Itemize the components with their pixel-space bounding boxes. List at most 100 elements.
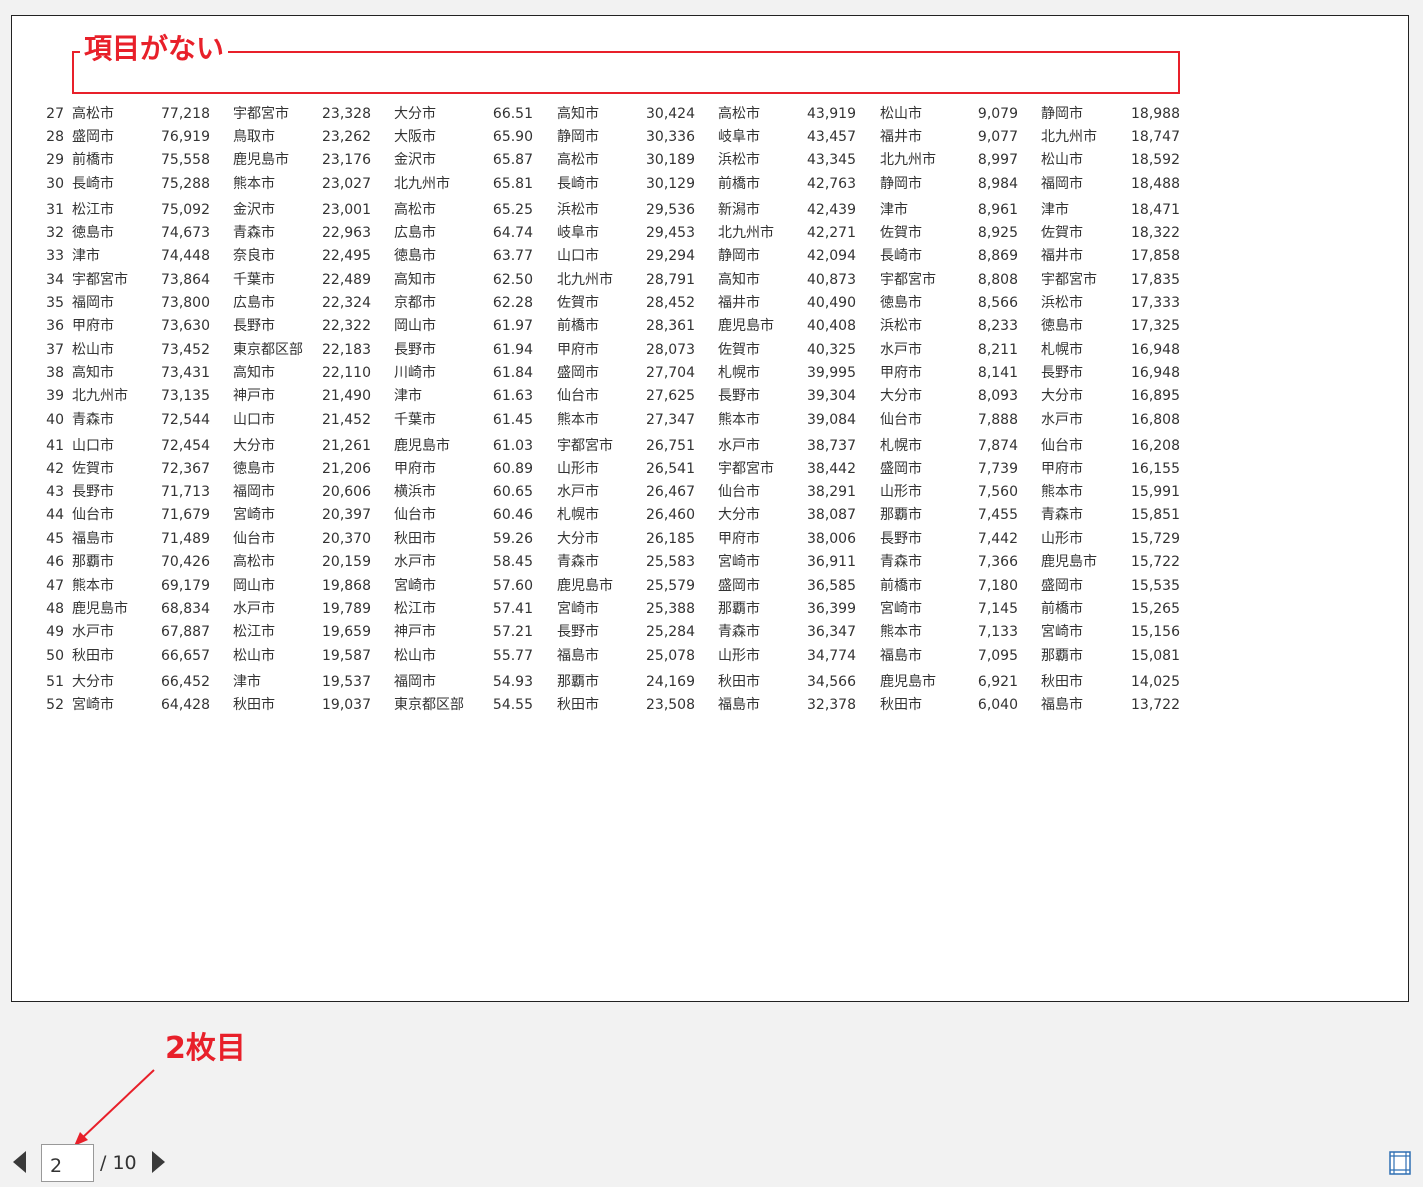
value-cell: 25,583 — [646, 554, 695, 570]
value-cell: 65.87 — [492, 152, 533, 168]
value-cell: 7,560 — [977, 484, 1018, 500]
next-page-button[interactable] — [146, 1148, 170, 1176]
value-cell: 18,322 — [1131, 225, 1180, 241]
value-cell: 30,336 — [646, 129, 695, 145]
value-cell: 28,452 — [646, 295, 695, 311]
value-cell: 74,673 — [161, 225, 210, 241]
value-cell: 75,288 — [161, 176, 210, 192]
value-cell: 62.28 — [492, 295, 533, 311]
table-row: 27 高松市 77,218 宇都宮市 23,328 大分市 66.51 高知市 30,424 高松… — [0, 104, 1423, 124]
value-cell: 40,873 — [807, 272, 856, 288]
value-cell: 65.25 — [492, 202, 533, 218]
value-cell: 54.93 — [492, 674, 533, 690]
value-cell: 71,489 — [161, 531, 210, 547]
value-cell: 72,367 — [161, 461, 210, 477]
value-cell: 55.77 — [492, 648, 533, 664]
value-cell: 71,713 — [161, 484, 210, 500]
value-cell: 23,001 — [322, 202, 371, 218]
value-cell: 20,370 — [322, 531, 371, 547]
value-cell: 20,606 — [322, 484, 371, 500]
value-cell: 7,133 — [977, 624, 1018, 640]
value-cell: 74,448 — [161, 248, 210, 264]
value-cell: 75,092 — [161, 202, 210, 218]
value-cell: 9,079 — [977, 106, 1018, 122]
value-cell: 38,442 — [807, 461, 856, 477]
value-cell: 61.03 — [492, 438, 533, 454]
value-cell: 27,704 — [646, 365, 695, 381]
rank-cell: 41 — [46, 438, 64, 454]
value-cell: 43,457 — [807, 129, 856, 145]
value-cell: 7,442 — [977, 531, 1018, 547]
value-cell: 15,991 — [1131, 484, 1180, 500]
rank-cell: 48 — [46, 601, 64, 617]
table-row: 42 佐賀市 72,367 徳島市 21,206 甲府市 60.89 山形市 26,541 宇都宮… — [0, 459, 1423, 479]
value-cell: 19,587 — [322, 648, 371, 664]
rank-cell: 35 — [46, 295, 64, 311]
value-cell: 61.94 — [492, 342, 533, 358]
value-cell: 17,858 — [1131, 248, 1180, 264]
value-cell: 66,452 — [161, 674, 210, 690]
value-cell: 8,984 — [977, 176, 1018, 192]
value-cell: 77,218 — [161, 106, 210, 122]
page-layout-icon — [1389, 1151, 1411, 1175]
value-cell: 69,179 — [161, 578, 210, 594]
value-cell: 39,084 — [807, 412, 856, 428]
rank-cell: 43 — [46, 484, 64, 500]
table-row: 38 高知市 73,431 高知市 22,110 川崎市 61.84 盛岡市 27,704 札幌市… — [0, 363, 1423, 383]
rank-cell: 37 — [46, 342, 64, 358]
value-cell: 29,453 — [646, 225, 695, 241]
value-cell: 16,808 — [1131, 412, 1180, 428]
rank-cell: 52 — [46, 697, 64, 713]
value-cell: 30,424 — [646, 106, 695, 122]
table-row: 44 仙台市 71,679 宮崎市 20,397 仙台市 60.46 札幌市 26,460 大分市… — [0, 505, 1423, 525]
data-table: 27 高松市 77,218 宇都宮市 23,328 大分市 66.51 高知市 30,424 高松… — [0, 0, 1423, 720]
value-cell: 58.45 — [492, 554, 533, 570]
value-cell: 75,558 — [161, 152, 210, 168]
value-cell: 28,791 — [646, 272, 695, 288]
value-cell: 18,988 — [1131, 106, 1180, 122]
value-cell: 7,145 — [977, 601, 1018, 617]
value-cell: 7,180 — [977, 578, 1018, 594]
value-cell: 19,789 — [322, 601, 371, 617]
value-cell: 27,347 — [646, 412, 695, 428]
value-cell: 24,169 — [646, 674, 695, 690]
value-cell: 40,490 — [807, 295, 856, 311]
page-view-button[interactable] — [1388, 1149, 1412, 1177]
page-number-input[interactable] — [41, 1144, 94, 1182]
value-cell: 8,233 — [977, 318, 1018, 334]
value-cell: 43,919 — [807, 106, 856, 122]
value-cell: 7,739 — [977, 461, 1018, 477]
triangle-left-icon — [13, 1151, 26, 1173]
table-row: 32 徳島市 74,673 青森市 22,963 広島市 64.74 岐阜市 29,453 北九州… — [0, 223, 1423, 243]
value-cell: 30,189 — [646, 152, 695, 168]
value-cell: 34,774 — [807, 648, 856, 664]
value-cell: 18,488 — [1131, 176, 1180, 192]
value-cell: 16,155 — [1131, 461, 1180, 477]
value-cell: 72,454 — [161, 438, 210, 454]
value-cell: 23,508 — [646, 697, 695, 713]
value-cell: 8,093 — [977, 388, 1018, 404]
value-cell: 19,037 — [322, 697, 371, 713]
value-cell: 57.60 — [492, 578, 533, 594]
value-cell: 64,428 — [161, 697, 210, 713]
value-cell: 61.84 — [492, 365, 533, 381]
value-cell: 17,333 — [1131, 295, 1180, 311]
value-cell: 22,322 — [322, 318, 371, 334]
value-cell: 21,490 — [322, 388, 371, 404]
value-cell: 14,025 — [1131, 674, 1180, 690]
value-cell: 73,135 — [161, 388, 210, 404]
value-cell: 16,895 — [1131, 388, 1180, 404]
value-cell: 73,630 — [161, 318, 210, 334]
value-cell: 28,361 — [646, 318, 695, 334]
value-cell: 60.89 — [492, 461, 533, 477]
value-cell: 40,408 — [807, 318, 856, 334]
prev-page-button[interactable] — [8, 1148, 32, 1176]
value-cell: 26,751 — [646, 438, 695, 454]
value-cell: 8,566 — [977, 295, 1018, 311]
value-cell: 26,467 — [646, 484, 695, 500]
value-cell: 7,888 — [977, 412, 1018, 428]
table-row: 40 青森市 72,544 山口市 21,452 千葉市 61.45 熊本市 27,347 熊本市… — [0, 410, 1423, 430]
value-cell: 7,874 — [977, 438, 1018, 454]
rank-cell: 29 — [46, 152, 64, 168]
value-cell: 36,585 — [807, 578, 856, 594]
